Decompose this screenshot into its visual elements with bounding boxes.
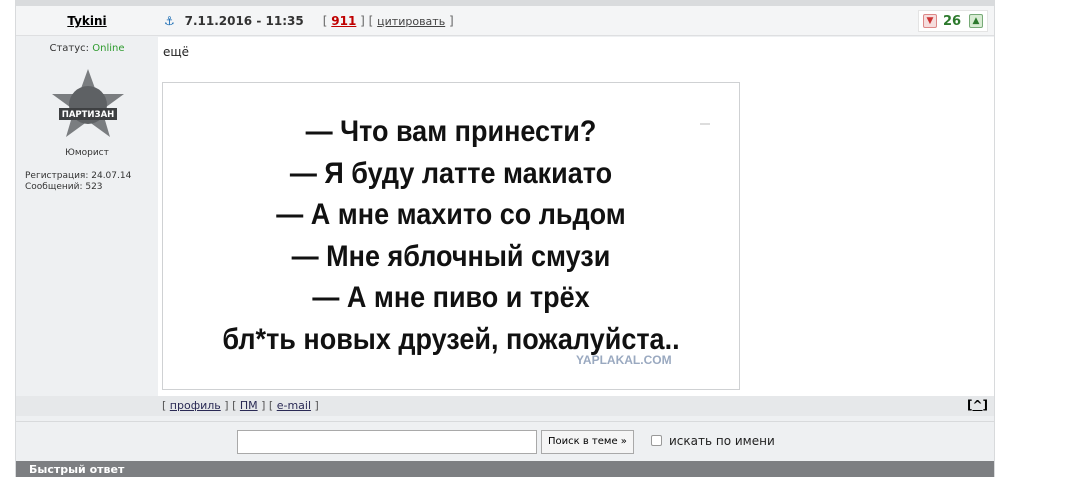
forum-post-frame: Tykini ⚓ 7.11.2016 - 11:35 [ 911 ] [ цит… bbox=[15, 0, 995, 477]
quick-reply-header[interactable]: Быстрый ответ bbox=[16, 461, 994, 477]
quote-link[interactable]: цитировать bbox=[377, 15, 445, 28]
post-header: Tykini ⚓ 7.11.2016 - 11:35 [ 911 ] [ цит… bbox=[16, 6, 994, 36]
rating-box: ▼ 26 ▲ bbox=[918, 10, 988, 32]
meme-line: — Я буду латте макиато bbox=[289, 156, 613, 190]
thumbs-down-icon[interactable]: ▼ bbox=[923, 14, 937, 28]
thumbs-up-icon[interactable]: ▲ bbox=[969, 14, 983, 28]
registration-date: Регистрация: 24.07.14 bbox=[25, 171, 132, 181]
status-label: Статус: bbox=[49, 43, 90, 54]
anchor-icon[interactable]: ⚓ bbox=[164, 14, 175, 28]
meme-text: — Что вам принести? — Я буду латте макиа… bbox=[192, 111, 710, 360]
author-sidebar: Статус: Online ПАРТИЗАН Юморист Регистра… bbox=[16, 37, 158, 396]
status-line: Статус: Online bbox=[16, 43, 158, 54]
meme-image[interactable]: — Что вам принести? — Я буду латте макиа… bbox=[162, 82, 740, 390]
profile-links: [ профиль ] [ ПМ ] [ e-mail ] bbox=[162, 399, 319, 412]
search-by-name-checkbox[interactable] bbox=[651, 435, 662, 446]
user-rank: Юморист bbox=[65, 148, 109, 158]
meme-line: — А мне махито со льдом bbox=[276, 198, 626, 231]
post-footer: [ профиль ] [ ПМ ] [ e-mail ] [^] bbox=[16, 396, 994, 416]
meme-line: — Что вам принести? bbox=[305, 115, 597, 148]
status-value: Online bbox=[92, 43, 125, 54]
meme-line: — Мне яблочный смузи bbox=[291, 239, 611, 273]
search-by-name-label: искать по имени bbox=[669, 434, 775, 448]
pm-link[interactable]: ПМ bbox=[240, 399, 258, 412]
post-number-link[interactable]: 911 bbox=[331, 14, 356, 28]
post-content: ещё — Что вам принести? — Я буду латте м… bbox=[158, 37, 994, 396]
scroll-top-icon: ^ bbox=[972, 398, 983, 412]
meme-line: — А мне пиво и трёх bbox=[312, 281, 590, 314]
message-count: Сообщений: 523 bbox=[25, 182, 103, 192]
post-text: ещё bbox=[163, 45, 190, 59]
scroll-top-button[interactable]: [^] bbox=[967, 398, 988, 412]
email-link[interactable]: e-mail bbox=[277, 399, 311, 412]
author-name-link[interactable]: Tykini bbox=[16, 14, 158, 28]
topic-search-bar: Поиск в теме » искать по имени bbox=[16, 421, 994, 461]
search-input[interactable] bbox=[237, 430, 537, 454]
post-date: 7.11.2016 - 11:35 bbox=[184, 14, 304, 28]
avatar[interactable]: ПАРТИЗАН bbox=[49, 67, 127, 143]
post-meta: ⚓ 7.11.2016 - 11:35 [ 911 ] [ цитировать… bbox=[164, 14, 454, 28]
watermark: YAPLAKAL.COM bbox=[576, 353, 672, 367]
avatar-text: ПАРТИЗАН bbox=[62, 110, 115, 120]
profile-link[interactable]: профиль bbox=[170, 399, 221, 412]
search-button[interactable]: Поиск в теме » bbox=[541, 430, 634, 454]
quick-reply-title: Быстрый ответ bbox=[29, 463, 125, 476]
rating-value: 26 bbox=[943, 14, 962, 29]
user-stats: Регистрация: 24.07.14 Сообщений: 523 bbox=[25, 171, 131, 193]
